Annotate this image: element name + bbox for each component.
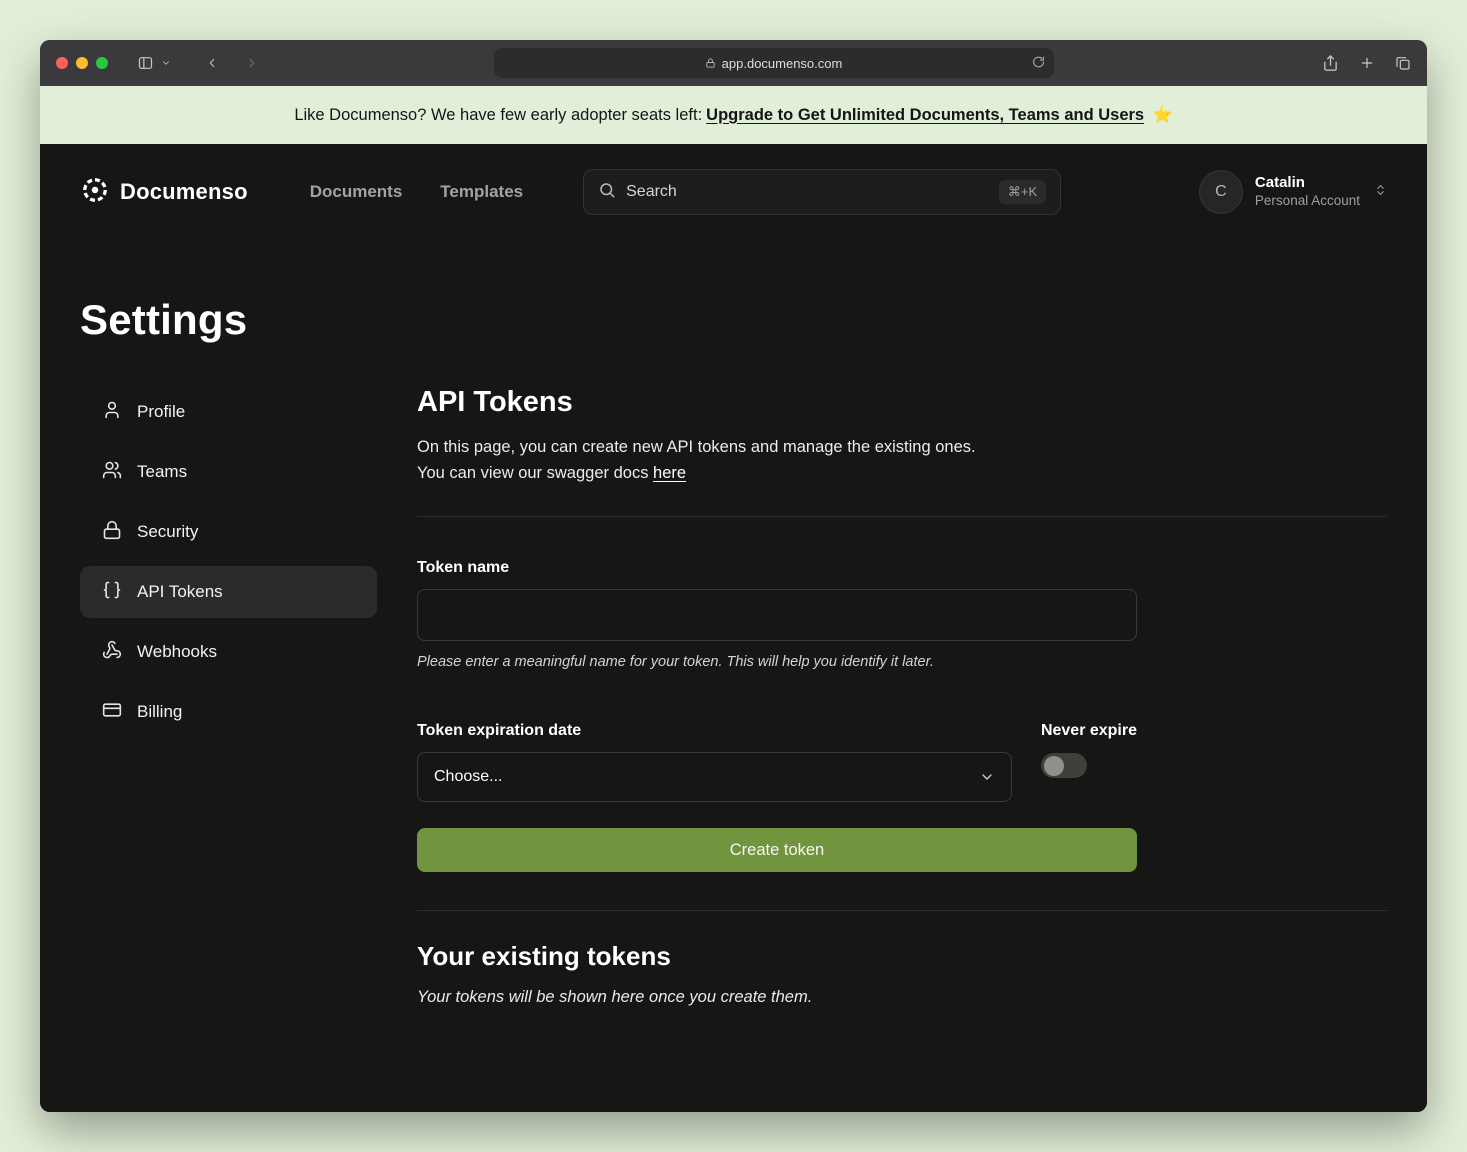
search-shortcut-badge: ⌘+K [999,180,1046,204]
sidebar-item-label: Webhooks [137,642,217,662]
settings-sidebar: Profile Teams Security [80,386,377,1007]
existing-tokens-empty-state: Your tokens will be shown here once you … [417,988,1387,1007]
sidebar-chevron-down-icon[interactable] [161,58,171,68]
brand-name: Documenso [120,179,248,205]
section-title: API Tokens [417,386,1387,419]
address-bar-area: app.documenso.com [286,48,1261,78]
webhook-icon [102,640,122,665]
never-expire-label: Never expire [1041,722,1137,740]
sidebar-item-profile[interactable]: Profile [80,386,377,438]
app-content: Documenso Documents Templates Search ⌘+K… [40,144,1427,1112]
user-name: Catalin [1255,174,1360,193]
sidebar-item-label: Security [137,522,198,542]
description-line2: You can view our swagger docs [417,464,653,482]
back-button[interactable] [205,55,219,71]
expiration-select[interactable]: Choose... [417,752,1012,802]
documenso-logo-icon [80,175,110,210]
traffic-lights [56,57,108,69]
chrome-left-controls [56,55,286,71]
page-title: Settings [80,296,1387,344]
top-nav: Documents Templates [310,182,523,202]
app-header: Documenso Documents Templates Search ⌘+K… [80,144,1387,240]
sidebar-item-label: Teams [137,462,187,482]
nav-documents[interactable]: Documents [310,182,403,202]
divider [417,910,1387,911]
sidebar-item-billing[interactable]: Billing [80,686,377,738]
account-menu[interactable]: C Catalin Personal Account [1199,170,1387,214]
history-nav [205,55,259,71]
description-line1: On this page, you can create new API tok… [417,438,976,456]
browser-window: app.documenso.com Like Documenso? We hav… [40,40,1427,1112]
never-expire-toggle[interactable] [1041,753,1087,778]
brand[interactable]: Documenso [80,175,248,210]
close-window-button[interactable] [56,57,68,69]
promo-banner: Like Documenso? We have few early adopte… [40,86,1427,144]
settings-layout: Profile Teams Security [80,386,1387,1007]
tls-lock-icon [705,57,716,69]
sidebar-item-security[interactable]: Security [80,506,377,558]
minimize-window-button[interactable] [76,57,88,69]
user-icon [102,400,122,425]
lock-icon [102,520,122,545]
search-icon [598,181,616,204]
sidebar-item-label: Profile [137,402,185,422]
token-name-label: Token name [417,559,1137,577]
url-text: app.documenso.com [722,56,843,71]
toggle-knob [1044,756,1064,776]
sidebar-item-api-tokens[interactable]: API Tokens [80,566,377,618]
expiration-row: Token expiration date Choose... Never ex… [417,680,1137,802]
create-token-button[interactable]: Create token [417,828,1137,872]
tab-overview-icon[interactable] [1395,55,1411,71]
forward-button[interactable] [245,55,259,71]
share-icon[interactable] [1322,54,1339,72]
credit-card-icon [102,700,122,725]
existing-tokens-title: Your existing tokens [417,941,1387,972]
upgrade-link[interactable]: Upgrade to Get Unlimited Documents, Team… [706,106,1144,125]
search-placeholder: Search [626,183,677,201]
token-name-hint: Please enter a meaningful name for your … [417,654,1137,670]
create-token-form: Token name Please enter a meaningful nam… [417,559,1137,872]
api-tokens-panel: API Tokens On this page, you can create … [417,386,1387,1007]
expiration-label: Token expiration date [417,722,1012,740]
never-expire-group: Never expire [1041,680,1137,802]
address-bar[interactable]: app.documenso.com [494,48,1054,78]
avatar: C [1199,170,1243,214]
user-account-type: Personal Account [1255,193,1360,210]
expiration-select-value: Choose... [434,768,502,786]
search-input[interactable]: Search ⌘+K [583,169,1061,215]
user-meta: Catalin Personal Account [1255,174,1360,210]
refresh-icon[interactable] [1032,55,1045,69]
divider [417,516,1387,517]
swagger-docs-link[interactable]: here [653,464,686,482]
sidebar-item-webhooks[interactable]: Webhooks [80,626,377,678]
browser-chrome: app.documenso.com [40,40,1427,86]
chevron-down-icon [979,769,995,785]
sidebar-item-label: Billing [137,702,182,722]
new-tab-icon[interactable] [1359,55,1375,71]
token-name-input[interactable] [417,589,1137,641]
zoom-window-button[interactable] [96,57,108,69]
expiration-left: Token expiration date Choose... [417,680,1012,802]
star-icon: ⭐ [1152,106,1173,125]
account-switcher-chevrons-icon [1374,181,1387,204]
sidebar-item-teams[interactable]: Teams [80,446,377,498]
users-icon [102,460,122,485]
sidebar-toggle-icon[interactable] [136,55,155,71]
chrome-right-controls [1261,54,1411,72]
nav-templates[interactable]: Templates [440,182,523,202]
promo-text: Like Documenso? We have few early adopte… [294,106,702,125]
braces-icon [102,580,122,605]
section-description: On this page, you can create new API tok… [417,435,1387,486]
sidebar-item-label: API Tokens [137,582,223,602]
